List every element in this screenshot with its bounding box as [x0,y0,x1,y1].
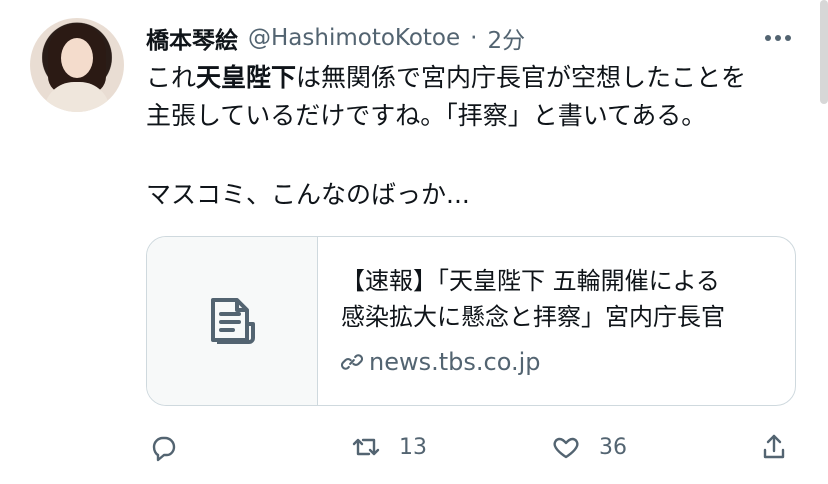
like-count: 36 [599,434,627,460]
tweet-time[interactable]: 2分 [487,21,525,55]
heart-icon [553,437,579,459]
card-domain-text: news.tbs.co.jp [369,348,541,376]
share-button[interactable] [759,426,789,468]
author-handle[interactable]: @HashimotoKotoe [248,25,460,51]
tweet-header: 橋本琴絵 @HashimotoKotoe · 2分 [146,22,525,54]
avatar-face [61,38,93,78]
retweet-button[interactable]: 13 [351,426,427,468]
author-name[interactable]: 橋本琴絵 [146,21,238,55]
link-icon [341,354,363,370]
tweet-line-1-end: は無関係で宮内庁長官が空想したことを [296,63,747,92]
retweet-count: 13 [399,434,427,460]
link-card[interactable]: 【速報】「天皇陛下 五輪開催による 感染拡大に懸念と拝察」宮内庁長官 news.… [146,236,796,406]
reply-icon [152,436,176,462]
tweet-line-1-start: これ [146,63,197,92]
tweet-line-3: マスコミ、こんなのばっか... [146,180,470,209]
tweet-actions: 13 36 [146,426,796,468]
like-button[interactable]: 36 [551,426,627,468]
tweet-line-2: 主張しているだけですね。「拝察」と書いてある。 [146,101,707,130]
card-title-line-2: 感染拡大に懸念と拝察」宮内庁長官 [341,303,725,331]
share-icon [763,434,785,459]
tweet-bold-mention[interactable]: 天皇陛下 [196,63,296,92]
card-domain: news.tbs.co.jp [341,348,795,376]
scrollbar[interactable] [820,0,828,104]
card-thumbnail [147,237,318,405]
separator-dot: · [470,25,478,51]
reply-button[interactable] [148,426,178,468]
card-title-line-1: 【速報】「天皇陛下 五輪開催による [341,267,720,295]
tweet-text: これ天皇陛下は無関係で宮内庁長官が空想したことを 主張しているだけですね。「拝察… [146,59,796,214]
avatar[interactable] [30,18,124,112]
more-horizontal-icon[interactable] [760,24,796,52]
tweet-line-1: これ天皇陛下は無関係で宮内庁長官が空想したことを [146,59,796,97]
more-dots-graphic [765,35,791,41]
document-icon [211,298,255,344]
card-body: 【速報】「天皇陛下 五輪開催による 感染拡大に懸念と拝察」宮内庁長官 news.… [318,237,795,405]
retweet-icon [352,438,380,456]
